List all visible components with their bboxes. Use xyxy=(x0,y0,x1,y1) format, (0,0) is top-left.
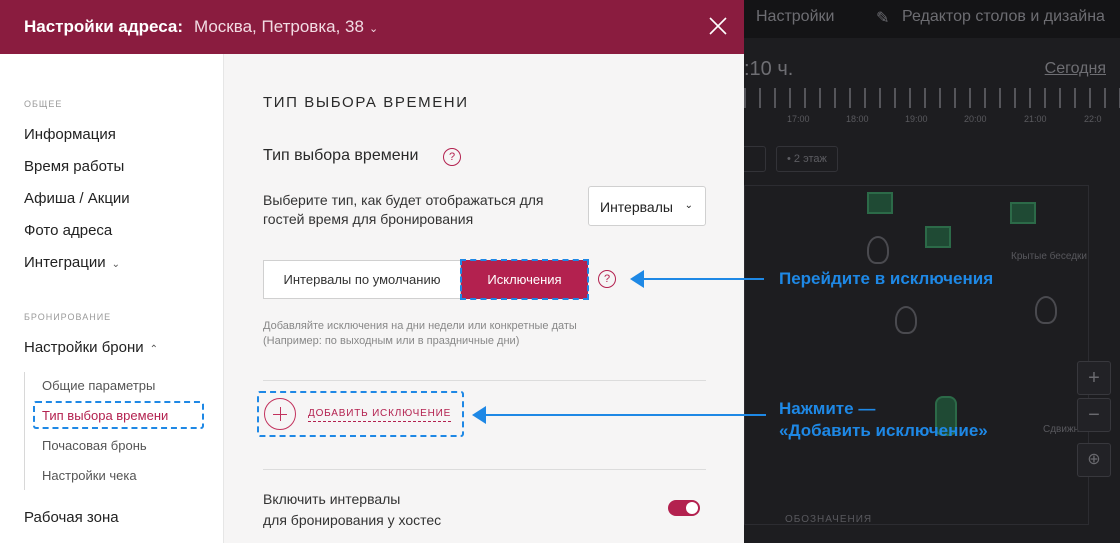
toggle-label-line: для бронирования у хостес xyxy=(263,512,442,528)
active-item-highlight xyxy=(33,401,204,429)
hostess-intervals-toggle[interactable] xyxy=(668,500,700,516)
annotation-line: Нажмите — xyxy=(779,399,876,418)
select-value: Интервалы xyxy=(600,199,673,215)
zoom-in-button: + xyxy=(1077,361,1111,395)
floor-chip-label: 2 этаж xyxy=(793,153,827,165)
help-icon[interactable]: ? xyxy=(443,148,461,166)
annotation-line: «Добавить исключение» xyxy=(779,421,988,440)
modal-title: Настройки адреса: xyxy=(24,17,184,36)
zone-label: Сдвижн xyxy=(1043,424,1080,435)
timeline-ticks xyxy=(744,88,1120,108)
submenu-line xyxy=(24,372,25,490)
exceptions-tab-highlight xyxy=(460,259,589,300)
toggle-knob xyxy=(686,502,698,514)
annotation-press-add: Нажмите — «Добавить исключение» xyxy=(779,398,988,442)
page-title: ТИП ВЫБОРА ВРЕМЕНИ xyxy=(263,94,469,111)
background-floor-chip-2: • 2 этаж xyxy=(776,146,838,172)
plant-icon xyxy=(867,192,893,214)
time-type-description: Выберите тип, как будет отображаться для… xyxy=(263,192,544,227)
pencil-icon: ✎ xyxy=(876,10,890,27)
divider xyxy=(263,380,706,381)
tree-icon xyxy=(867,236,889,264)
background-topbar: Настройки ✎ Редактор столов и дизайна xyxy=(744,0,1120,38)
sidebar-subitem-general-params[interactable]: Общие параметры xyxy=(42,378,155,393)
background-today-link: Сегодня xyxy=(1044,60,1106,77)
arrow-line xyxy=(640,278,764,280)
section-title: Тип выбора времени xyxy=(263,147,419,164)
timeline-hour: 20:00 xyxy=(964,114,987,124)
sidebar-subitem-receipt[interactable]: Настройки чека xyxy=(42,468,137,483)
chevron-down-icon: ⌄ xyxy=(111,259,121,270)
close-icon[interactable] xyxy=(706,14,730,38)
sidebar-section-general: ОБЩЕЕ xyxy=(24,99,63,109)
time-type-select[interactable]: Интервалы ⌄ xyxy=(588,186,706,226)
address-selector[interactable]: Москва, Петровка, 38 ⌄ xyxy=(194,17,378,37)
floor-plan: Крытые беседки Сдвижн ОБОЗНАЧЕНИЯ xyxy=(744,185,1089,525)
plant-icon xyxy=(1010,202,1036,224)
help-icon[interactable]: ? xyxy=(598,270,616,288)
sidebar-item-info[interactable]: Информация xyxy=(24,126,116,143)
chevron-down-icon: ⌄ xyxy=(684,200,693,211)
plant-icon xyxy=(925,226,951,248)
chevron-down-icon: ⌄ xyxy=(368,23,379,35)
arrow-line xyxy=(482,414,766,416)
plus-icon[interactable] xyxy=(264,398,296,430)
address-value: Москва, Петровка, 38 xyxy=(194,17,364,36)
settings-content: ТИП ВЫБОРА ВРЕМЕНИ Тип выбора времени ? … xyxy=(224,54,744,543)
sidebar-item-booking-settings[interactable]: Настройки брони ⌃ xyxy=(24,339,158,356)
timeline-hour: 18:00 xyxy=(846,114,869,124)
sidebar-item-workzone[interactable]: Рабочая зона xyxy=(24,509,119,526)
sidebar-item-label: Настройки брони xyxy=(24,339,144,356)
background-editor-link: Редактор столов и дизайна xyxy=(902,8,1105,25)
hint-line: (Например: по выходным или в праздничные… xyxy=(263,335,520,347)
background-settings-link: Настройки xyxy=(756,8,835,25)
divider xyxy=(263,469,706,470)
tree-icon xyxy=(1035,296,1057,324)
timeline-hour: 17:00 xyxy=(787,114,810,124)
legend-label: ОБОЗНАЧЕНИЯ xyxy=(785,514,873,525)
zone-label: Крытые беседки xyxy=(1011,251,1087,262)
sidebar-item-integrations[interactable]: Интеграции ⌄ xyxy=(24,254,120,271)
exceptions-hint: Добавляйте исключения на дни недели или … xyxy=(263,319,577,349)
background-floor-chip-1 xyxy=(744,146,766,172)
tab-default-intervals[interactable]: Интервалы по умолчанию xyxy=(263,260,461,299)
sidebar-subitem-hourly[interactable]: Почасовая бронь xyxy=(42,438,147,453)
sidebar-item-promo[interactable]: Афиша / Акции xyxy=(24,190,130,207)
sidebar-item-hours[interactable]: Время работы xyxy=(24,158,124,175)
timeline-hour: 22:0 xyxy=(1084,114,1102,124)
sidebar-section-booking: БРОНИРОВАНИЕ xyxy=(24,312,112,322)
crosshair-icon: ⊕ xyxy=(1077,443,1111,477)
hint-line: Добавляйте исключения на дни недели или … xyxy=(263,320,577,332)
timeline-hour: 21:00 xyxy=(1024,114,1047,124)
settings-sidebar: ОБЩЕЕ Информация Время работы Афиша / Ак… xyxy=(0,54,224,543)
hostess-intervals-label: Включить интервалы для бронирования у хо… xyxy=(263,489,441,531)
modal-header: Настройки адреса: Москва, Петровка, 38 ⌄ xyxy=(0,0,744,54)
zoom-out-button: − xyxy=(1077,398,1111,432)
chevron-up-icon: ⌃ xyxy=(149,344,159,355)
toggle-label-line: Включить интервалы xyxy=(263,491,401,507)
annotation-go-to-exceptions: Перейдите в исключения xyxy=(779,269,994,288)
timeline-hour: 19:00 xyxy=(905,114,928,124)
background-time: :10 ч. xyxy=(744,58,794,80)
sidebar-item-label: Интеграции xyxy=(24,254,106,271)
tree-icon xyxy=(895,306,917,334)
add-exception-button[interactable]: ДОБАВИТЬ ИСКЛЮЧЕНИЕ xyxy=(308,408,452,422)
sidebar-item-photos[interactable]: Фото адреса xyxy=(24,222,112,239)
